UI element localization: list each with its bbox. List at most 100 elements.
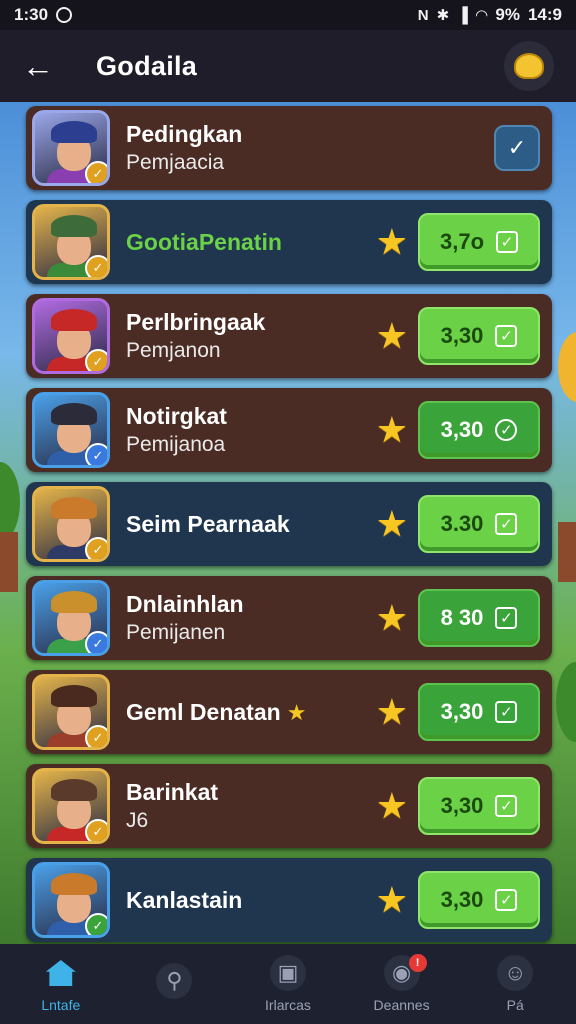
star-icon: ★	[375, 409, 408, 450]
row-text: Dnlainhlan Pemijanen	[126, 589, 376, 647]
nav-label: Irlarcas	[265, 997, 311, 1013]
row-text: Perlbringaak Pemjanon	[126, 307, 376, 365]
nav-label: Pá	[506, 997, 524, 1013]
avatar-hat	[51, 403, 97, 425]
nav-item[interactable]: ▣ Irlarcas	[233, 944, 343, 1024]
row-text: Barinkat J6	[126, 777, 376, 835]
price-label: 3,30	[440, 887, 484, 912]
player-row[interactable]: ✓ Geml Denatan ★ ★ 3,30 ✓	[26, 670, 552, 754]
player-row[interactable]: ✓ Notirgkat Pemijanoa ★ 3,30 ✓	[26, 388, 552, 472]
price-button[interactable]: 3.30 ✓	[418, 495, 540, 553]
check-icon: ✓	[495, 701, 518, 723]
nav-item[interactable]: ⚲	[119, 944, 229, 1024]
price-button[interactable]: 3,30 ✓	[418, 307, 540, 365]
row-text: Seim Pearnaak	[126, 509, 376, 539]
nav-item[interactable]: ◉ Deannes!	[347, 944, 457, 1024]
player-subtitle: Pemjanon	[126, 339, 221, 362]
price-label: 3.30	[440, 511, 484, 536]
check-icon: ✓	[496, 231, 519, 253]
player-subtitle: Pemijanen	[126, 621, 226, 644]
avatar-hat	[51, 685, 97, 707]
avatar: ✓	[32, 862, 110, 938]
player-subtitle: Pemijanoa	[126, 433, 226, 456]
bottom-navigation: Lntafe ⚲ ▣ Irlarcas ◉ Deannes! ☺ Pá	[0, 944, 576, 1024]
tree-decoration	[556, 662, 576, 742]
player-name: Seim Pearnaak	[126, 511, 290, 537]
star-icon: ★	[375, 785, 408, 826]
tree-decoration	[0, 462, 20, 542]
check-icon: ✓	[495, 607, 518, 629]
price-button[interactable]: 3,30 ✓	[418, 683, 540, 741]
price-button[interactable]: 3,30 ✓	[418, 871, 540, 929]
verified-badge-icon: ✓	[85, 537, 107, 559]
app-bar: ← Godaila	[0, 30, 576, 102]
star-icon: ★	[375, 597, 408, 638]
notification-dot-icon	[56, 7, 73, 23]
price-label: 3,30	[440, 417, 484, 442]
row-text: Geml Denatan ★	[126, 697, 376, 727]
player-name: Pedingkan	[126, 121, 243, 147]
check-icon: ✓	[495, 889, 518, 911]
avatar-hat	[51, 309, 97, 331]
player-row[interactable]: ✓ Seim Pearnaak ★ 3.30 ✓	[26, 482, 552, 566]
player-row[interactable]: ✓ Pedingkan Pemjaacia ✓	[26, 106, 552, 190]
bluetooth-icon: ✱	[436, 7, 450, 24]
price-label: 8 30	[440, 605, 484, 630]
coin-decoration	[558, 332, 576, 402]
search-icon: ⚲	[156, 963, 193, 999]
battery-percent: 9%	[495, 5, 520, 24]
verified-badge-icon: ✓	[85, 349, 107, 371]
player-name: GootiaPenatin	[126, 229, 282, 255]
price-label: 3,30	[440, 323, 484, 348]
player-row[interactable]: ✓ Barinkat J6 ★ 3,30 ✓	[26, 764, 552, 848]
verified-badge-icon: ✓	[85, 161, 107, 183]
wifi-icon: ◠	[475, 7, 488, 24]
profile-button[interactable]	[504, 41, 554, 91]
player-name: Dnlainhlan	[126, 591, 244, 617]
verified-badge-icon: ✓	[85, 631, 107, 653]
verified-badge-icon: ✓	[85, 255, 107, 277]
price-button[interactable]: 8 30 ✓	[418, 589, 540, 647]
row-text: Notirgkat Pemijanoa	[126, 401, 376, 459]
player-subtitle: J6	[126, 809, 149, 832]
avatar: ✓	[32, 110, 110, 186]
price-label: 3,30	[440, 793, 484, 818]
notification-badge: !	[408, 954, 427, 972]
edit-button[interactable]: ✓	[494, 125, 540, 171]
avatar: ✓	[32, 298, 110, 374]
player-row[interactable]: ✓ Dnlainhlan Pemijanen ★ 8 30 ✓	[26, 576, 552, 660]
player-row[interactable]: ✓ Perlbringaak Pemjanon ★ 3,30 ✓	[26, 294, 552, 378]
verified-badge-icon: ✓	[85, 725, 107, 747]
check-icon: ✓	[495, 419, 518, 441]
row-text: Kanlastain	[126, 885, 376, 915]
avatar-hat	[51, 497, 97, 519]
check-icon: ✓	[495, 795, 518, 817]
star-icon: ★	[375, 879, 408, 920]
player-row[interactable]: ✓ Kanlastain ★ 3,30 ✓	[26, 858, 552, 942]
avatar: ✓	[32, 580, 110, 656]
status-bar: 1:30 N ✱ ▐ ◠ 9% 14:9	[0, 0, 576, 30]
page-title: Godaila	[96, 50, 198, 81]
player-row[interactable]: ✓ GootiaPenatin ★ 3,7o ✓	[26, 200, 552, 284]
price-button[interactable]: 3,7o ✓	[418, 213, 540, 271]
row-text: Pedingkan Pemjaacia	[126, 119, 494, 177]
signal-icon: ▐	[457, 6, 468, 24]
nav-item[interactable]: Lntafe	[6, 944, 116, 1024]
verified-badge-icon: ✓	[85, 819, 107, 841]
profile-badge-icon	[514, 53, 544, 79]
price-button[interactable]: 3,30 ✓	[418, 401, 540, 459]
star-icon: ★	[375, 221, 408, 262]
name-star-icon: ★	[280, 700, 307, 725]
price-button[interactable]: 3,30 ✓	[418, 777, 540, 835]
arrow-left-icon[interactable]: ←	[22, 48, 62, 85]
row-text: GootiaPenatin	[126, 227, 376, 257]
status-time: 1:30	[14, 5, 49, 24]
house-decoration	[0, 532, 18, 592]
nav-item[interactable]: ☺ Pá	[460, 944, 570, 1024]
star-icon: ★	[375, 315, 408, 356]
avatar: ✓	[32, 486, 110, 562]
nfc-icon: N	[417, 6, 429, 24]
player-name: Perlbringaak	[126, 309, 266, 335]
avatar: ✓	[32, 204, 110, 280]
check-icon: ✓	[495, 325, 518, 347]
